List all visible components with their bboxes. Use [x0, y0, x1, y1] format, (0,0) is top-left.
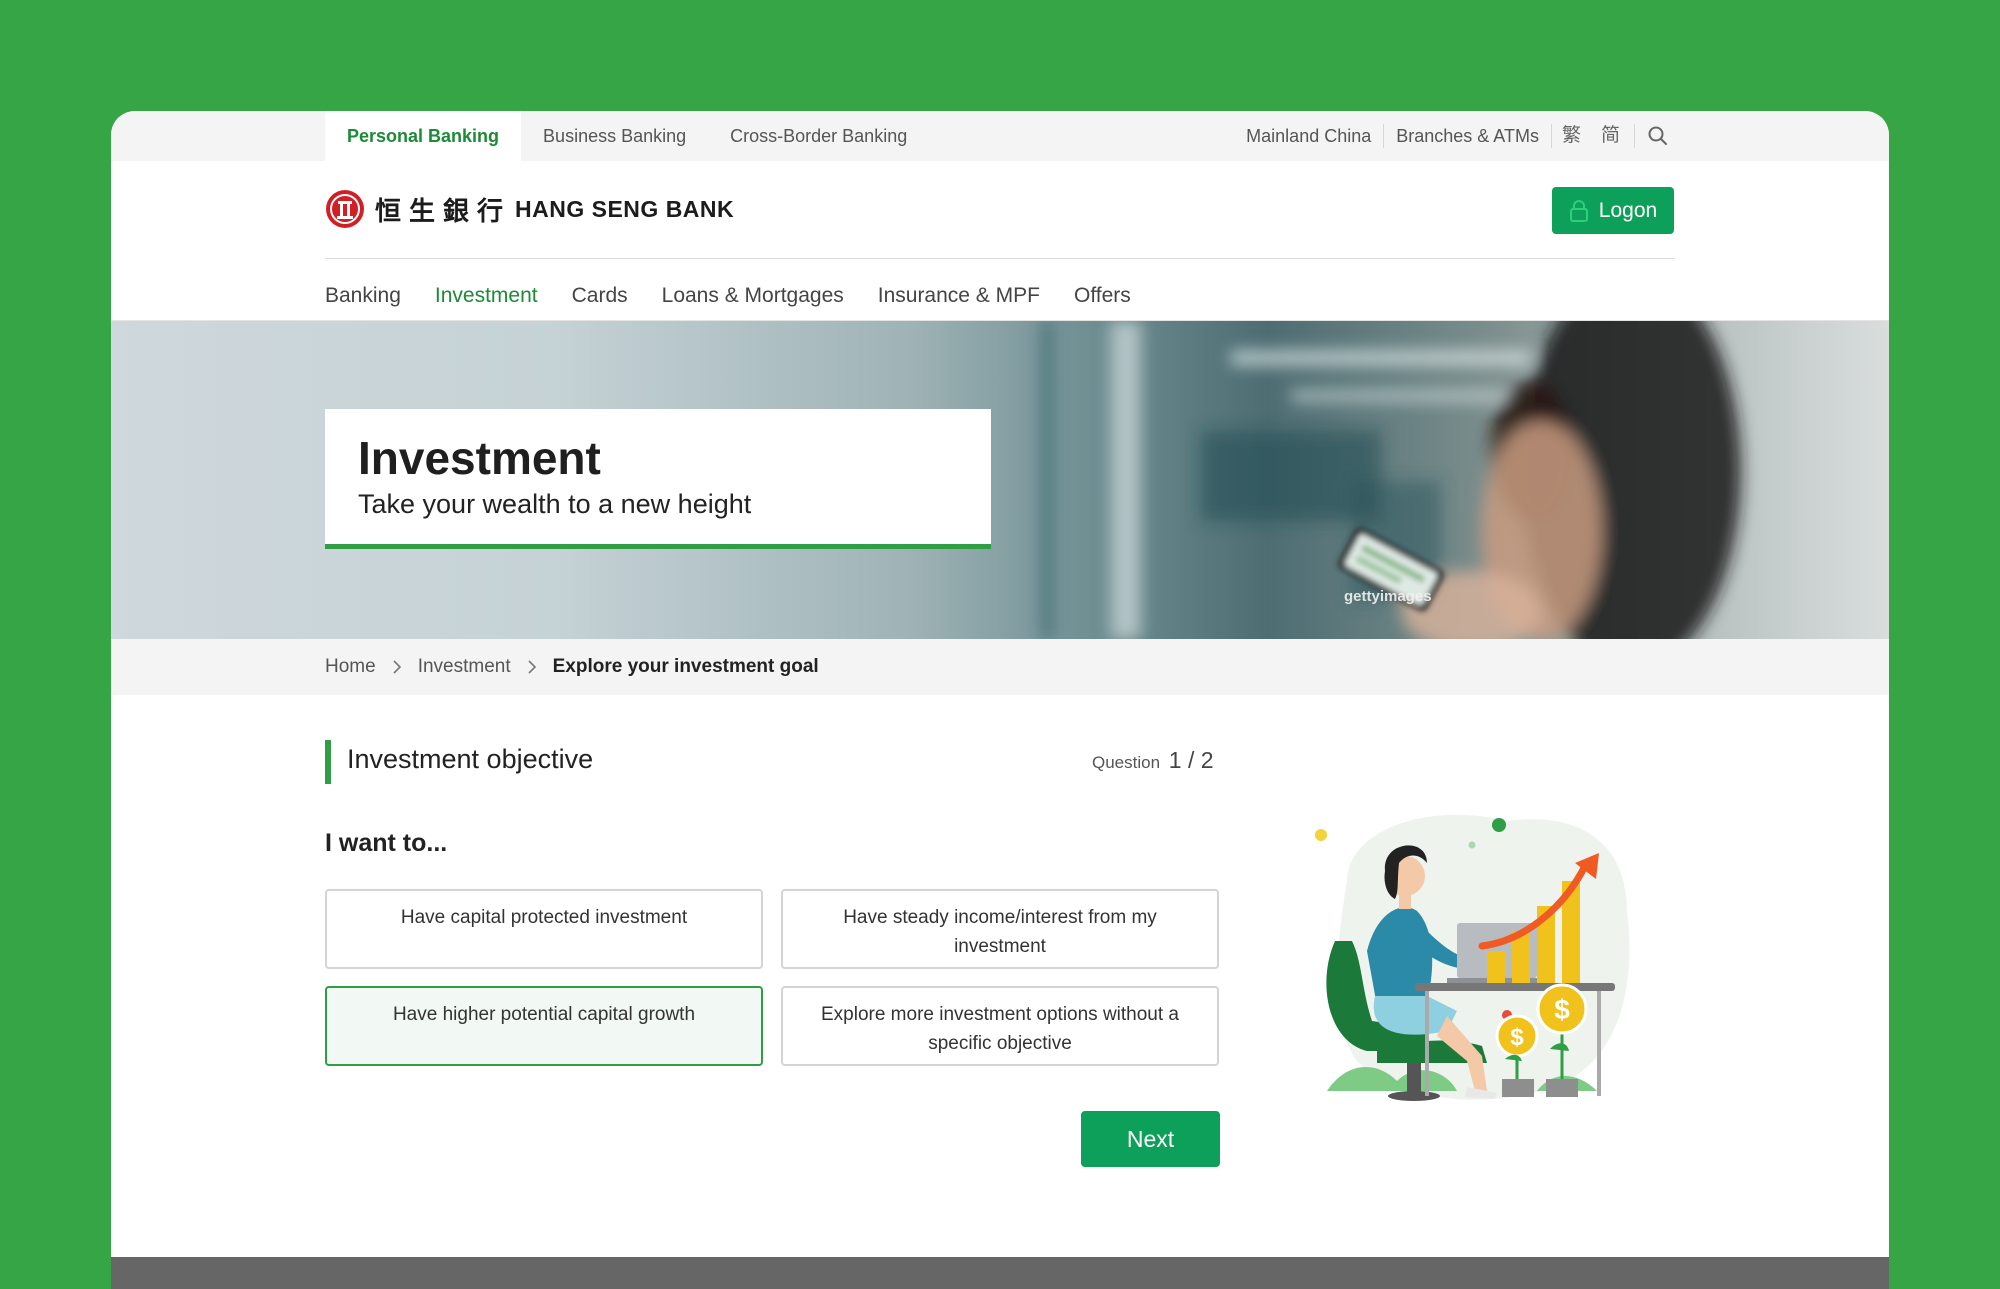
option-steady-income[interactable]: Have steady income/interest from my inve…	[781, 889, 1219, 969]
nav-cards[interactable]: Cards	[572, 271, 628, 321]
option-explore-more[interactable]: Explore more investment options without …	[781, 986, 1219, 1066]
traditional-chinese-link[interactable]: 繁	[1552, 124, 1591, 148]
breadcrumb-bar: Home Investment Explore your investment …	[111, 639, 1889, 695]
breadcrumb: Home Investment Explore your investment …	[325, 639, 819, 695]
branches-atms-link[interactable]: Branches & ATMs	[1384, 124, 1552, 148]
mainland-china-link[interactable]: Mainland China	[1234, 124, 1385, 148]
brand-chinese-name: 恒生銀行	[375, 196, 512, 227]
nav-investment[interactable]: Investment	[435, 271, 538, 321]
svg-text:$: $	[1510, 1024, 1524, 1051]
chevron-right-icon	[393, 660, 401, 674]
option-capital-growth[interactable]: Have higher potential capital growth	[325, 986, 763, 1066]
nav-banking[interactable]: Banking	[325, 271, 401, 321]
utility-bar: Personal Banking Business Banking Cross-…	[111, 111, 1889, 161]
search-icon[interactable]	[1647, 125, 1669, 147]
footer-bar	[111, 1257, 1889, 1289]
bank-logo[interactable]: 恒生銀行 HANG SENG BANK	[325, 187, 734, 231]
section-title: Investment objective	[347, 744, 594, 774]
nav-loans-mortgages[interactable]: Loans & Mortgages	[662, 271, 844, 321]
brand-name: HANG SENG BANK	[515, 195, 735, 222]
tab-cross-border-banking[interactable]: Cross-Border Banking	[708, 111, 929, 161]
tab-personal-banking[interactable]: Personal Banking	[325, 111, 522, 161]
utility-links: Mainland China Branches & ATMs 繁 简	[1234, 111, 1669, 161]
segment-tabs: Personal Banking Business Banking Cross-…	[325, 111, 929, 161]
header-divider	[325, 258, 1675, 259]
next-button[interactable]: Next	[1081, 1111, 1220, 1167]
logon-label: Logon	[1598, 198, 1658, 222]
next-label: Next	[1126, 1125, 1175, 1152]
hero-title: Investment	[358, 432, 601, 484]
image-credit: gettyimages	[1344, 588, 1432, 605]
breadcrumb-current: Explore your investment goal	[552, 656, 819, 677]
tab-business-banking[interactable]: Business Banking	[521, 111, 708, 161]
section-accent-bar	[325, 740, 331, 784]
breadcrumb-investment[interactable]: Investment	[418, 656, 511, 678]
option-capital-protected[interactable]: Have capital protected investment	[325, 889, 763, 969]
lock-icon	[1569, 199, 1588, 222]
question-counter-value: 1 / 2	[1168, 747, 1214, 773]
simplified-chinese-link[interactable]: 简	[1591, 124, 1635, 148]
breadcrumb-home[interactable]: Home	[325, 656, 376, 678]
main-nav: Banking Investment Cards Loans & Mortgag…	[325, 271, 1131, 321]
logon-button[interactable]: Logon	[1552, 187, 1674, 234]
investor-illustration: $ $	[1315, 814, 1630, 1101]
hero-banner: Investment Take your wealth to a new hei…	[111, 321, 1889, 639]
svg-text:$: $	[1554, 994, 1570, 1025]
hang-seng-logo-icon	[326, 190, 364, 228]
hero-subtitle: Take your wealth to a new height	[358, 489, 752, 519]
nav-offers[interactable]: Offers	[1074, 271, 1131, 321]
question-prompt: I want to...	[325, 829, 448, 857]
question-counter: Question 1 / 2	[1092, 747, 1214, 774]
question-counter-label: Question	[1092, 753, 1161, 772]
browser-page: Personal Banking Business Banking Cross-…	[111, 111, 1889, 1289]
hero-title-card: Investment Take your wealth to a new hei…	[325, 409, 991, 549]
chevron-right-icon	[528, 660, 536, 674]
nav-insurance-mpf[interactable]: Insurance & MPF	[878, 271, 1040, 321]
